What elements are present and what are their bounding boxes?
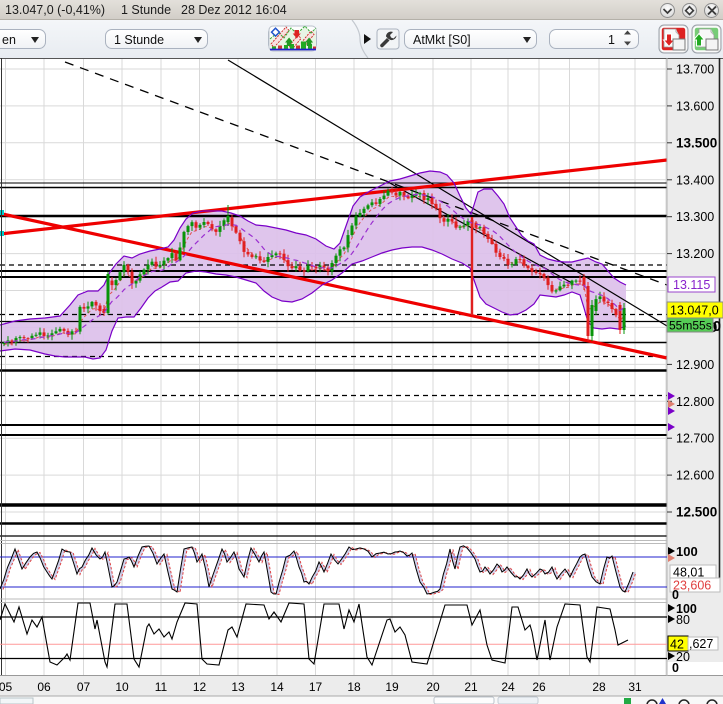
svg-text:21: 21 <box>464 680 478 694</box>
svg-text:12.500: 12.500 <box>676 505 717 520</box>
svg-text:13.300: 13.300 <box>676 210 714 224</box>
svg-text:13.500: 13.500 <box>676 135 717 150</box>
svg-text:55m55s: 55m55s <box>669 319 712 333</box>
svg-text:13.600: 13.600 <box>676 99 714 113</box>
svg-text:05: 05 <box>0 680 12 694</box>
svg-text:10: 10 <box>115 680 129 694</box>
svg-text:12.900: 12.900 <box>676 358 714 372</box>
svg-text:18: 18 <box>347 680 361 694</box>
svg-text:13: 13 <box>231 680 245 694</box>
svg-text:06: 06 <box>37 680 51 694</box>
svg-text:12.700: 12.700 <box>676 432 714 446</box>
svg-text:13.700: 13.700 <box>676 63 714 77</box>
svg-text:,627: ,627 <box>689 637 713 651</box>
svg-text:19: 19 <box>385 680 399 694</box>
svg-text:26: 26 <box>532 680 546 694</box>
svg-text:14: 14 <box>270 680 284 694</box>
svg-text:17: 17 <box>309 680 323 694</box>
svg-text:12.800: 12.800 <box>676 395 714 409</box>
svg-text:0: 0 <box>713 319 721 335</box>
svg-text:28: 28 <box>592 680 606 694</box>
svg-text:13.400: 13.400 <box>676 173 714 187</box>
svg-text:07: 07 <box>77 680 91 694</box>
svg-text:11: 11 <box>155 680 168 694</box>
svg-text:12.600: 12.600 <box>676 469 714 483</box>
svg-text:0: 0 <box>672 661 679 675</box>
svg-text:80: 80 <box>676 613 690 627</box>
svg-text:48,01: 48,01 <box>673 566 704 580</box>
svg-text:12: 12 <box>193 680 207 694</box>
svg-text:13.047,0: 13.047,0 <box>670 304 719 318</box>
svg-text:31: 31 <box>628 680 642 694</box>
svg-text:13.200: 13.200 <box>676 247 714 261</box>
svg-text:24: 24 <box>501 680 515 694</box>
svg-text:100: 100 <box>676 544 698 559</box>
svg-text:13.115: 13.115 <box>673 278 710 292</box>
svg-text:0: 0 <box>672 588 679 602</box>
svg-text:20: 20 <box>426 680 440 694</box>
